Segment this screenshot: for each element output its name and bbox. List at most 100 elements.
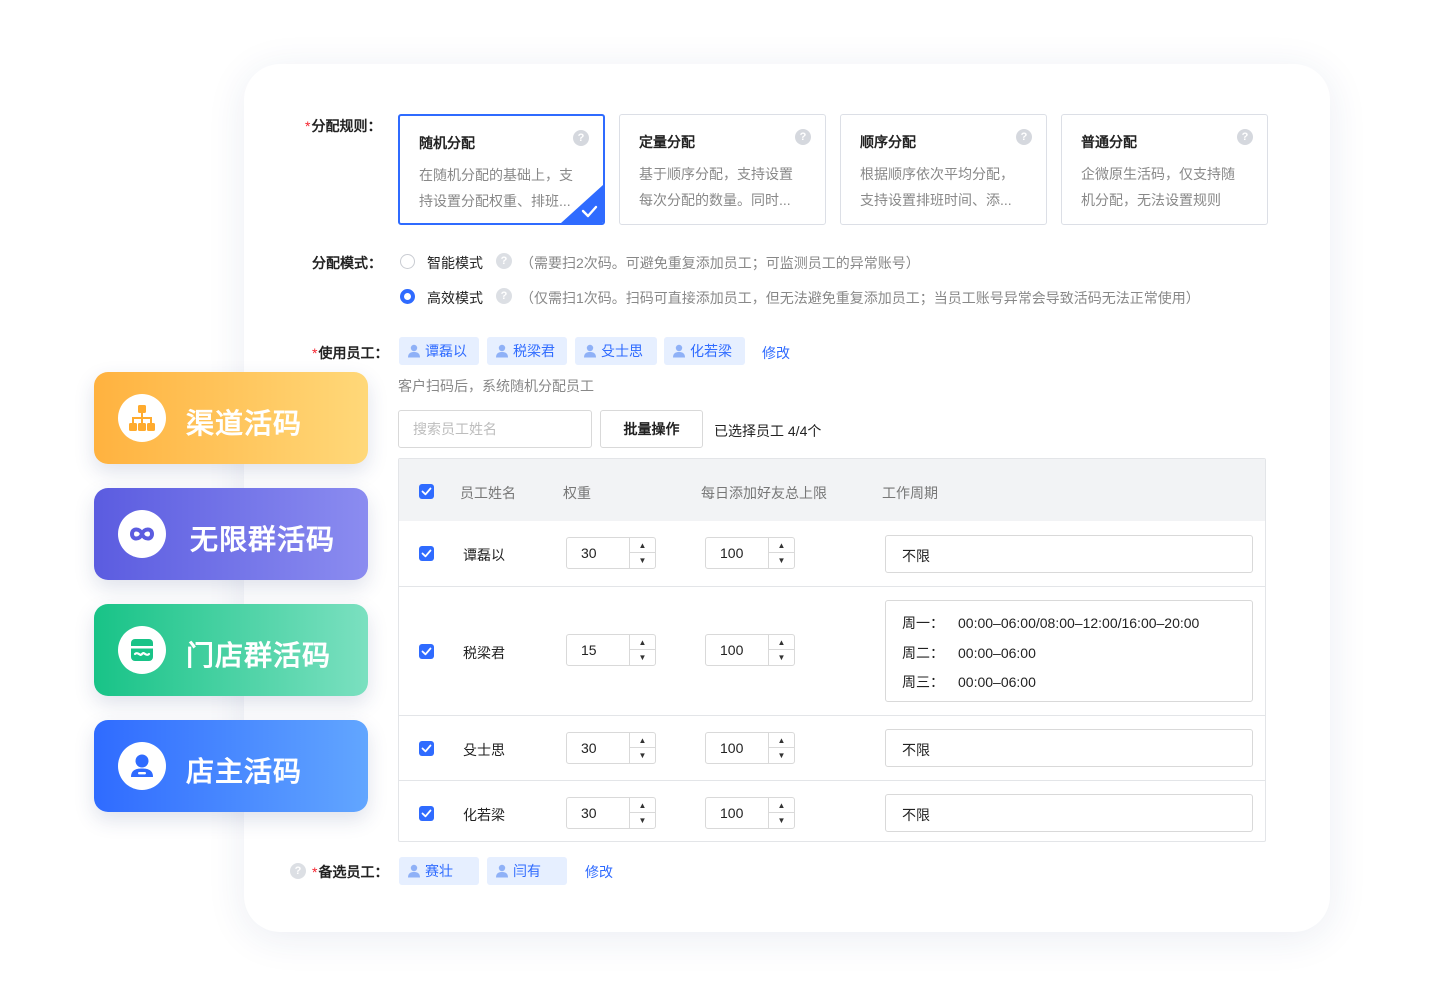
work-period-field[interactable]: 不限 [885,535,1253,573]
decrement-icon[interactable]: ▼ [769,553,794,568]
edit-employees-link[interactable]: 修改 [762,343,790,363]
user-icon [496,344,508,358]
rule-card-description: 基于顺序分配，支持设置 每次分配的数量。同时... [639,166,793,208]
batch-operation-button[interactable]: 批量操作 [600,410,703,448]
user-icon [584,344,596,358]
daily-limit-stepper[interactable]: 100 ▲ ▼ [705,537,795,569]
column-header-work-period: 工作周期 [882,485,938,501]
selected-count: 已选择员工 4/4个 [714,423,822,439]
daily-limit-stepper[interactable]: 100 ▲ ▼ [705,634,795,666]
feature-label: 店主活码 [186,756,303,787]
increment-icon[interactable]: ▲ [769,733,794,748]
work-period-field[interactable]: 不限 [885,729,1253,767]
rule-card-sequential[interactable]: 顺序分配 ? 根据顺序依次平均分配， 支持设置排班时间、添... [840,114,1047,225]
feature-unlimited-group-code[interactable]: 无限群活码 [94,488,368,580]
help-icon[interactable]: ? [1237,129,1253,145]
selected-check-icon [561,185,603,223]
increment-icon[interactable]: ▲ [769,798,794,813]
daily-limit-stepper[interactable]: 100 ▲ ▼ [705,797,795,829]
backup-employees-label: *备选员工： [312,864,389,880]
mode-efficient-hint: （仅需扫1次码。扫码可直接添加员工，但无法避免重复添加员工；当员工账号异常会导致… [520,290,1200,306]
column-header-weight: 权重 [563,485,591,501]
daily-limit-stepper[interactable]: 100 ▲ ▼ [705,732,795,764]
user-icon [408,344,420,358]
employee-tag[interactable]: 殳士思 [575,337,657,365]
rule-card-description: 企微原生活码，仅支持随 机分配，无法设置规则 [1081,166,1235,208]
decrement-icon[interactable]: ▼ [769,748,794,763]
infinity-icon [118,510,166,558]
backup-employee-tag[interactable]: 赛壮 [399,857,479,885]
feature-owner-code[interactable]: 店主活码 [94,720,368,812]
rule-card-quota[interactable]: 定量分配 ? 基于顺序分配，支持设置 每次分配的数量。同时... [619,114,826,225]
check-icon [421,744,432,753]
increment-icon[interactable]: ▲ [769,538,794,553]
rule-card-title: 随机分配 [419,135,475,151]
decrement-icon[interactable]: ▼ [630,553,655,568]
check-icon [421,809,432,818]
mode-smart-label[interactable]: 智能模式 [427,253,483,273]
user-icon [673,344,685,358]
row-checkbox[interactable] [419,546,434,561]
row-checkbox[interactable] [419,741,434,756]
backup-employee-tag[interactable]: 闫有 [487,857,567,885]
help-icon[interactable]: ? [1016,129,1032,145]
row-checkbox[interactable] [419,644,434,659]
employee-tag[interactable]: 谭磊以 [399,337,479,365]
employee-name: 殳士思 [463,742,505,758]
employee-search-input[interactable] [398,410,592,448]
employee-tag[interactable]: 化若梁 [664,337,745,365]
feature-label: 门店群活码 [186,640,332,671]
org-chart-icon [118,394,166,442]
mode-label: 分配模式： [312,255,382,271]
weight-stepper[interactable]: 15 ▲ ▼ [566,634,656,666]
feature-label: 无限群活码 [190,524,336,555]
employee-name: 税梁君 [463,645,505,661]
employee-name: 谭磊以 [463,547,505,563]
user-icon [408,864,420,878]
edit-backup-link[interactable]: 修改 [585,862,613,882]
weight-stepper[interactable]: 30 ▲ ▼ [566,797,656,829]
mode-efficient-label[interactable]: 高效模式 [427,288,483,308]
user-icon [118,742,166,790]
increment-icon[interactable]: ▲ [630,538,655,553]
help-icon[interactable]: ? [496,288,512,304]
help-icon[interactable]: ? [290,863,306,879]
check-icon [421,647,432,656]
weight-stepper[interactable]: 30 ▲ ▼ [566,537,656,569]
help-icon[interactable]: ? [573,130,589,146]
rule-card-title: 定量分配 [639,134,695,150]
mode-efficient-radio[interactable] [400,289,415,304]
decrement-icon[interactable]: ▼ [769,813,794,828]
employee-table: 员工姓名 权重 每日添加好友总上限 工作周期 谭磊以 30 ▲ ▼ 100 ▲ ▼ … [398,458,1266,842]
schedule-line: 周二： 00:00–06:00 [902,645,1036,661]
feature-channel-code[interactable]: 渠道活码 [94,372,368,464]
help-icon[interactable]: ? [496,253,512,269]
schedule-line: 周一： 00:00–06:00/08:00–12:00/16:00–20:00 [902,615,1200,631]
mode-smart-radio[interactable] [400,254,415,269]
work-period-schedule[interactable]: 周一： 00:00–06:00/08:00–12:00/16:00–20:00 周… [885,600,1253,702]
rule-card-random[interactable]: 随机分配 ? 在随机分配的基础上，支 持设置分配权重、排班... [398,114,605,225]
decrement-icon[interactable]: ▼ [630,748,655,763]
feature-label: 渠道活码 [186,408,303,439]
decrement-icon[interactable]: ▼ [769,650,794,665]
rule-card-title: 普通分配 [1081,134,1137,150]
help-icon[interactable]: ? [795,129,811,145]
decrement-icon[interactable]: ▼ [630,650,655,665]
employee-tag[interactable]: 税梁君 [487,337,567,365]
increment-icon[interactable]: ▲ [630,798,655,813]
increment-icon[interactable]: ▲ [630,733,655,748]
work-period-field[interactable]: 不限 [885,794,1253,832]
weight-stepper[interactable]: 30 ▲ ▼ [566,732,656,764]
feature-store-group-code[interactable]: 门店群活码 [94,604,368,696]
decrement-icon[interactable]: ▼ [630,813,655,828]
employee-name: 化若梁 [463,807,505,823]
select-all-checkbox[interactable] [419,484,434,499]
rule-card-description: 根据顺序依次平均分配， 支持设置排班时间、添... [860,166,1014,208]
increment-icon[interactable]: ▲ [630,635,655,650]
rule-card-normal[interactable]: 普通分配 ? 企微原生活码，仅支持随 机分配，无法设置规则 [1061,114,1268,225]
employees-note: 客户扫码后，系统随机分配员工 [398,378,594,394]
row-checkbox[interactable] [419,806,434,821]
store-icon [118,626,166,674]
increment-icon[interactable]: ▲ [769,635,794,650]
schedule-line: 周三： 00:00–06:00 [902,674,1036,690]
